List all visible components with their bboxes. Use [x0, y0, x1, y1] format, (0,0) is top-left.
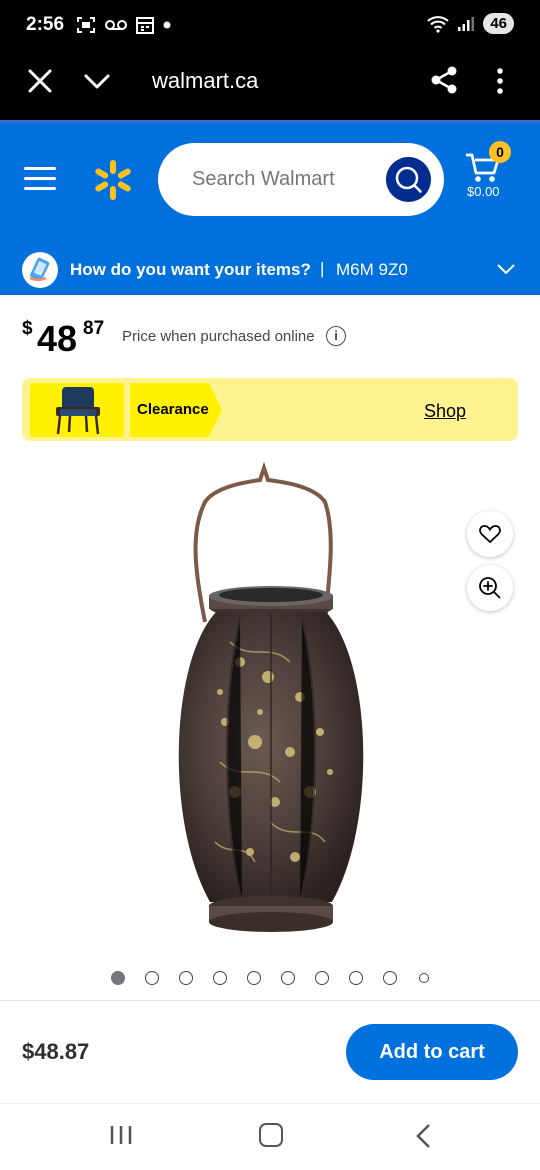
search-input[interactable]: Search Walmart: [158, 143, 444, 216]
zoom-button[interactable]: [467, 565, 513, 611]
back-icon[interactable]: [414, 1123, 432, 1149]
pagination-dot[interactable]: [247, 971, 261, 985]
system-navbar: [0, 1103, 540, 1170]
zoom-in-icon: [479, 577, 501, 599]
signal-icon: [458, 16, 475, 31]
divider: [0, 1000, 540, 1001]
clearance-banner[interactable]: Clearance Shop: [22, 378, 518, 441]
pagination-dot[interactable]: [111, 971, 125, 985]
share-icon[interactable]: [428, 64, 460, 96]
pagination-dot[interactable]: [145, 971, 159, 985]
postal-code: M6M 9Z0: [336, 260, 408, 279]
price-currency: $: [22, 318, 33, 339]
price-note: Price when purchased online: [122, 328, 315, 345]
browser-toolbar: walmart.ca: [0, 52, 540, 120]
menu-icon[interactable]: [24, 167, 56, 193]
heart-icon: [479, 525, 501, 544]
delivery-icon: [22, 252, 58, 288]
shop-link[interactable]: Shop: [424, 401, 466, 422]
pagination-dot[interactable]: [383, 971, 397, 985]
search-button[interactable]: [386, 157, 431, 202]
pagination-dot[interactable]: [349, 971, 363, 985]
status-icons: [76, 16, 171, 34]
wifi-icon: [427, 15, 449, 33]
close-icon[interactable]: [26, 67, 54, 95]
home-icon[interactable]: [259, 1123, 283, 1147]
info-icon[interactable]: i: [326, 326, 346, 346]
price-cents: 87: [83, 318, 105, 339]
delivery-prompt: How do you want your items?: [70, 260, 311, 279]
screenshot-icon: [77, 17, 95, 33]
url-bar[interactable]: walmart.ca: [152, 68, 258, 94]
walmart-spark-logo[interactable]: [92, 159, 134, 201]
search-placeholder: Search Walmart: [192, 168, 335, 190]
cart-amount: $0.00: [467, 184, 500, 199]
pagination-dot[interactable]: [281, 971, 295, 985]
voicemail-icon: [105, 20, 127, 30]
cart-count-badge: 0: [489, 141, 511, 163]
chevron-down-icon[interactable]: [82, 67, 112, 95]
dot-icon: [163, 21, 171, 29]
add-to-cart-button[interactable]: Add to cart: [346, 1024, 518, 1080]
pagination-dot[interactable]: [315, 971, 329, 985]
more-vert-icon[interactable]: [492, 66, 508, 96]
site-header: Search Walmart 0 $0.00 How do you want y…: [0, 120, 540, 295]
pagination-dot[interactable]: [213, 971, 227, 985]
search-icon: [395, 166, 422, 193]
status-time: 2:56: [26, 14, 65, 35]
favorite-button[interactable]: [467, 511, 513, 557]
delivery-selector[interactable]: How do you want your items? | M6M 9Z0: [0, 245, 540, 295]
price-dollars: 48: [37, 318, 78, 359]
delivery-separator: |: [320, 259, 325, 278]
status-bar: 2:56 46: [0, 0, 540, 52]
calendar-icon: [136, 17, 154, 34]
status-right: 46: [427, 13, 514, 34]
pagination-dot[interactable]: [419, 973, 429, 983]
image-pagination: [111, 971, 429, 985]
footer-price: $48.87: [22, 1039, 90, 1064]
pagination-dot[interactable]: [179, 971, 193, 985]
product-image[interactable]: [160, 462, 382, 946]
chair-image: [30, 383, 124, 437]
chevron-down-icon[interactable]: [497, 263, 515, 275]
clearance-tag: Clearance: [137, 401, 209, 418]
battery-indicator: 46: [483, 13, 514, 34]
recent-apps-icon[interactable]: [108, 1124, 134, 1146]
